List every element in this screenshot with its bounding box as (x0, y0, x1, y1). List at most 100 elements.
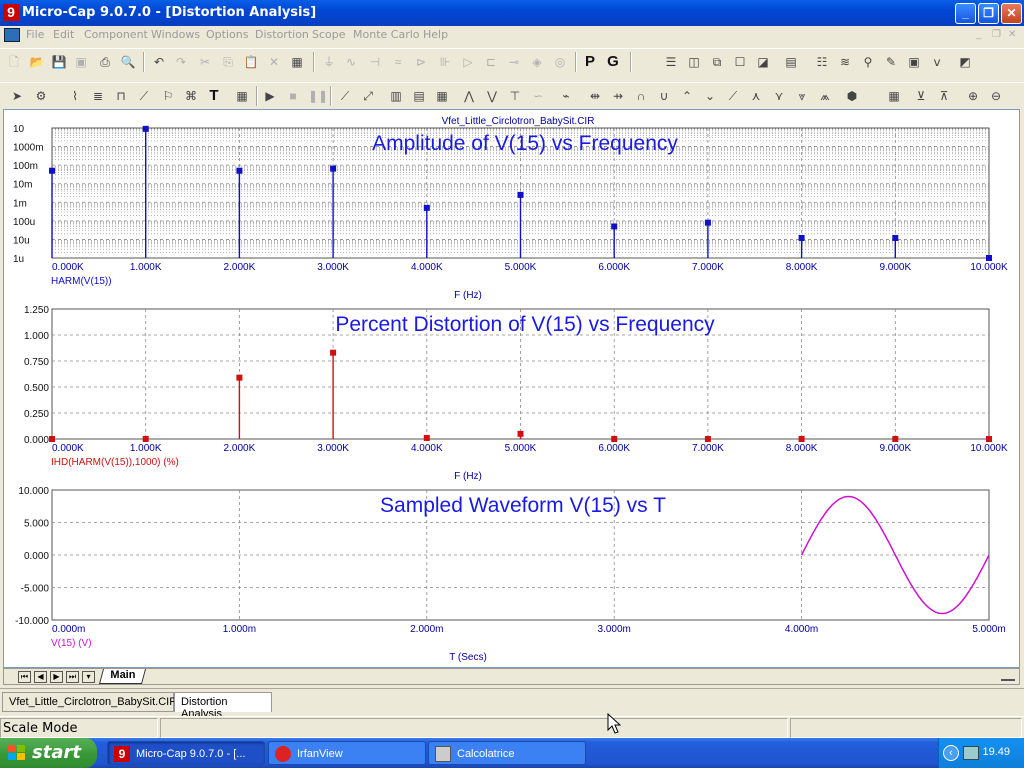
tile-horizontal-icon[interactable]: ☰ (662, 53, 680, 71)
peak-find-icon[interactable]: ∩ (632, 87, 650, 105)
sheet-menu-icon[interactable]: ▾ (82, 671, 95, 683)
window-icon[interactable]: ☐ (731, 53, 749, 71)
calculator-icon[interactable]: ▤ (782, 53, 800, 71)
task-irfanview[interactable]: IrfanView (268, 741, 426, 765)
global-low-icon[interactable]: ⋎ (770, 87, 788, 105)
new-file-icon[interactable]: 🗋 (5, 53, 23, 71)
first-sheet-icon[interactable]: ⏮ (18, 671, 31, 683)
tab-circuit-file[interactable]: Vfet_Little_Circlotron_BabySit.CIR (2, 692, 177, 712)
document-icon[interactable] (4, 28, 20, 42)
close-button[interactable]: ✕ (1001, 3, 1022, 24)
analysis-plots[interactable]: Vfet_Little_Circlotron_BabySit.CIR 10 100… (4, 110, 1019, 667)
graphics-icon[interactable]: ⌘ (182, 87, 200, 105)
p-button[interactable]: P (581, 53, 599, 71)
line-tool-icon[interactable]: ⟋ (336, 87, 354, 105)
pen-icon[interactable]: ✎ (882, 53, 900, 71)
minimize-button[interactable]: _ (955, 3, 976, 24)
menu-help[interactable]: Help (423, 28, 448, 41)
grid-icon[interactable]: ▦ (433, 87, 451, 105)
capacitor-icon[interactable]: ⊣ (366, 53, 384, 71)
cut-icon[interactable]: ✂ (196, 53, 214, 71)
pause-icon[interactable]: ❚❚ (308, 87, 328, 105)
task-microcap[interactable]: 9 Micro-Cap 9.0.7.0 - [... (107, 741, 265, 765)
diagonal-wire-icon[interactable]: ⟋ (135, 87, 153, 105)
amplitude-plot[interactable]: 10 1000m 100m 10m 1m 100u 10u 1u 0.000K 1.000K 2.… (13, 124, 1008, 301)
delete-icon[interactable]: ✕ (265, 53, 283, 71)
restore-button[interactable]: ❐ (978, 3, 999, 24)
wire-icon[interactable]: ⌇ (66, 87, 84, 105)
flag-icon[interactable]: ⚐ (159, 87, 177, 105)
prev-sheet-icon[interactable]: ◀ (34, 671, 47, 683)
mdi-close-icon[interactable]: ✕ (1008, 29, 1022, 41)
undo-icon[interactable]: ↶ (150, 53, 168, 71)
tab-main[interactable]: Main (98, 669, 147, 684)
task-calculator[interactable]: Calcolatrice (428, 741, 586, 765)
graph-window-icon[interactable]: ◩ (956, 53, 974, 71)
vi-icon[interactable]: ⅴ (928, 53, 946, 71)
bottom-icon[interactable]: ⩕ (816, 87, 834, 105)
resize-handle[interactable] (1001, 671, 1015, 681)
global-high-icon[interactable]: ⋏ (747, 87, 765, 105)
copy-icon[interactable]: ⎘ (219, 53, 237, 71)
menu-edit[interactable]: Edit (53, 28, 74, 41)
app-icon[interactable]: 9 (3, 4, 19, 21)
menu-component[interactable]: Component (84, 28, 148, 41)
inductor-icon[interactable]: ≈ (389, 53, 407, 71)
diode-icon[interactable]: ⊳ (412, 53, 430, 71)
cursor-left-icon[interactable]: ⇹ (586, 87, 604, 105)
menu-monte-carlo[interactable]: Monte Carlo (353, 28, 420, 41)
top-icon[interactable]: ⩔ (793, 87, 811, 105)
network-icon[interactable] (963, 746, 979, 760)
paste-icon[interactable]: 📋 (242, 53, 260, 71)
mdi-minimize-icon[interactable]: _ (976, 29, 990, 41)
print-icon[interactable]: ⎙ (96, 53, 114, 71)
tag-y-icon[interactable]: ⊼ (935, 87, 953, 105)
high-find-icon[interactable]: ⌃ (678, 87, 696, 105)
menu-windows[interactable]: Windows (151, 28, 200, 41)
text-tool-icon[interactable]: T (205, 87, 223, 105)
slope-icon[interactable]: ⟋ (724, 87, 742, 105)
waveform-icon[interactable]: ≋ (836, 53, 854, 71)
peak-icon[interactable]: ⋀ (460, 87, 478, 105)
grid-fine-icon[interactable]: ▥ (387, 87, 405, 105)
tab-distortion-analysis[interactable]: Distortion Analysis (174, 692, 272, 720)
table-icon[interactable]: ▦ (885, 87, 903, 105)
select-all-icon[interactable]: ▦ (288, 53, 306, 71)
menu-scope[interactable]: Scope (312, 28, 346, 41)
grid-bold-icon[interactable]: ▤ (410, 87, 428, 105)
display-icon[interactable]: ▣ (905, 53, 923, 71)
probe-icon[interactable]: ⚲ (859, 53, 877, 71)
plot-area[interactable]: Vfet_Little_Circlotron_BabySit.CIR 10 100… (3, 109, 1020, 668)
inflection-icon[interactable]: ∽ (529, 87, 547, 105)
high-icon[interactable]: ⊤ (506, 87, 524, 105)
opamp-icon[interactable]: ▷ (459, 53, 477, 71)
component-list-icon[interactable]: ☷ (813, 53, 831, 71)
valley-find-icon[interactable]: ∪ (655, 87, 673, 105)
g-button[interactable]: G (604, 53, 622, 71)
package-icon[interactable]: ⬢ (843, 87, 861, 105)
bus-icon[interactable]: ≣ (89, 87, 107, 105)
last-sheet-icon[interactable]: ⏭ (66, 671, 79, 683)
split-window-icon[interactable]: ◪ (754, 53, 772, 71)
stop-icon[interactable]: ■ (284, 87, 302, 105)
distortion-plot[interactable]: 1.250 1.000 0.750 0.500 0.250 0.000 0.000K 1.0… (24, 305, 1008, 482)
cascade-icon[interactable]: ⧉ (708, 53, 726, 71)
animate-icon[interactable]: ⌁ (557, 87, 575, 105)
save-all-icon[interactable]: ▣ (72, 53, 90, 71)
zoom-out-icon[interactable]: ⊖ (987, 87, 1005, 105)
zoom-in-icon[interactable]: ⊕ (964, 87, 982, 105)
diagonal-tool-icon[interactable]: ⤢ (359, 87, 377, 105)
battery-icon[interactable]: ⊪ (436, 53, 454, 71)
next-sheet-icon[interactable]: ▶ (50, 671, 63, 683)
menu-options[interactable]: Options (206, 28, 248, 41)
cursor-right-icon[interactable]: ⇸ (609, 87, 627, 105)
select-arrow-icon[interactable]: ➤ (8, 87, 26, 105)
menu-distortion[interactable]: Distortion (255, 28, 309, 41)
start-button[interactable]: start (0, 738, 97, 768)
save-icon[interactable]: 💾 (50, 53, 68, 71)
switch-icon[interactable]: ⊸ (505, 53, 523, 71)
transistor-icon[interactable]: ⊏ (482, 53, 500, 71)
redo-icon[interactable]: ↷ (172, 53, 190, 71)
node-icon[interactable]: ◈ (528, 53, 546, 71)
valley-icon[interactable]: ⋁ (483, 87, 501, 105)
